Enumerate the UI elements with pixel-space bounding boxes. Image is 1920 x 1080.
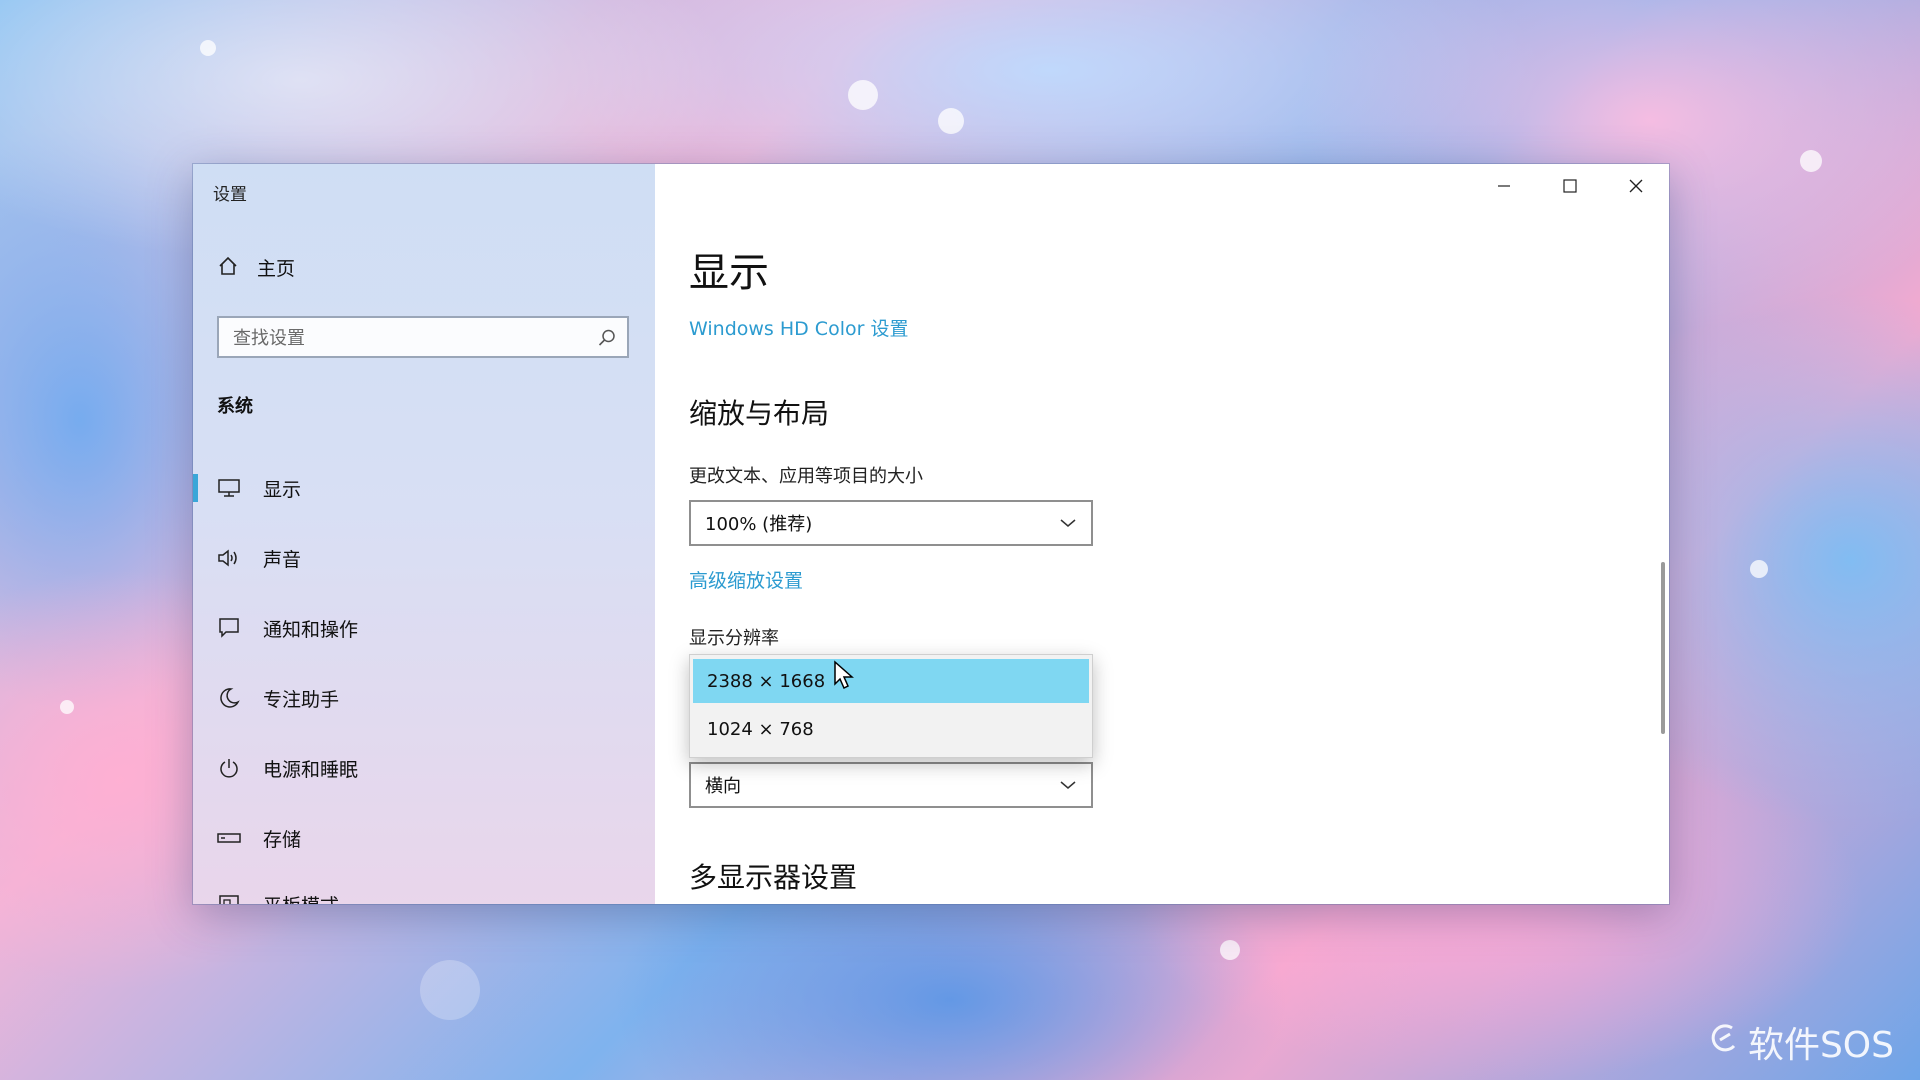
sidebar-item-power-sleep[interactable]: 电源和睡眠 [193,740,655,796]
resolution-label: 显示分辨率 [689,628,779,649]
sidebar-item-label: 专注助手 [263,688,340,711]
wallpaper-bubble [938,108,964,134]
window-title: 设置 [213,185,247,205]
sidebar-item-notifications[interactable]: 通知和操作 [193,600,655,656]
resolution-dropdown-list: 2388 × 1668 1024 × 768 [689,654,1093,758]
power-icon [217,756,241,780]
multi-display-heading: 多显示器设置 [689,861,858,894]
orientation-value: 横向 [705,776,741,797]
sidebar-item-label: 电源和睡眠 [263,758,359,781]
tablet-icon [217,892,241,904]
resolution-option-label: 2388 × 1668 [707,670,826,692]
wallpaper-bubble [60,700,74,714]
orientation-dropdown[interactable]: 横向 [689,762,1093,808]
sidebar-item-focus-assist[interactable]: 专注助手 [193,670,655,726]
scale-layout-heading: 缩放与布局 [689,397,830,430]
advanced-scaling-link[interactable]: 高级缩放设置 [689,566,803,593]
wallpaper-bubble [420,960,480,1020]
section-title: 系统 [217,396,253,417]
home-label: 主页 [257,258,296,280]
minimize-button[interactable] [1471,164,1537,210]
sidebar-item-label: 通知和操作 [263,618,359,641]
scale-dropdown[interactable]: 100% (推荐) [689,500,1093,546]
maximize-icon [1563,178,1577,197]
watermark: 软件SOS [1710,1016,1894,1068]
scrollbar[interactable] [1661,562,1665,734]
sidebar-item-label: 显示 [263,478,302,501]
chevron-down-icon [1059,776,1077,795]
close-icon [1629,178,1643,197]
speaker-icon [217,546,241,570]
wallpaper-bubble [848,80,878,110]
main-content: 显示 Windows HD Color 设置 缩放与布局 更改文本、应用等项目的… [655,164,1669,904]
scale-label: 更改文本、应用等项目的大小 [689,466,923,487]
monitor-icon [217,476,241,500]
sidebar-item-storage[interactable]: 存储 [193,810,655,866]
sidebar-item-sound[interactable]: 声音 [193,530,655,586]
page-title: 显示 [689,250,769,296]
sidebar-home[interactable]: 主页 [217,254,295,281]
watermark-logo-icon [1710,1022,1740,1063]
settings-window: 设置 主页 系统 显示 声音 [193,164,1669,904]
scale-value: 100% (推荐) [705,514,813,535]
storage-icon [217,826,241,850]
notification-icon [217,616,241,640]
search-box[interactable] [217,316,629,358]
close-button[interactable] [1603,164,1669,210]
wallpaper-bubble [200,40,216,56]
resolution-option-label: 1024 × 768 [707,718,814,740]
maximize-button[interactable] [1537,164,1603,210]
wallpaper-bubble [1750,560,1768,578]
resolution-option[interactable]: 2388 × 1668 [693,659,1089,703]
minimize-icon [1497,178,1511,197]
chevron-down-icon [1059,514,1077,533]
home-icon [217,255,239,281]
moon-icon [217,686,241,710]
sidebar: 设置 主页 系统 显示 声音 [193,164,655,904]
wallpaper-bubble [1800,150,1822,172]
resolution-option[interactable]: 1024 × 768 [693,707,1089,751]
sidebar-item-display[interactable]: 显示 [193,460,655,516]
hd-color-settings-link[interactable]: Windows HD Color 设置 [689,314,908,341]
wallpaper-bubble [1220,940,1240,960]
search-icon[interactable] [597,328,617,352]
sidebar-item-label: 声音 [263,548,302,571]
mouse-cursor-icon [833,660,855,694]
watermark-text: 软件SOS [1747,1025,1894,1066]
sidebar-item-label: 存储 [263,828,302,851]
search-input[interactable] [219,318,595,358]
sidebar-item-label: 平板模式 [263,891,339,905]
sidebar-item-tablet-mode[interactable]: 平板模式 [193,876,655,904]
